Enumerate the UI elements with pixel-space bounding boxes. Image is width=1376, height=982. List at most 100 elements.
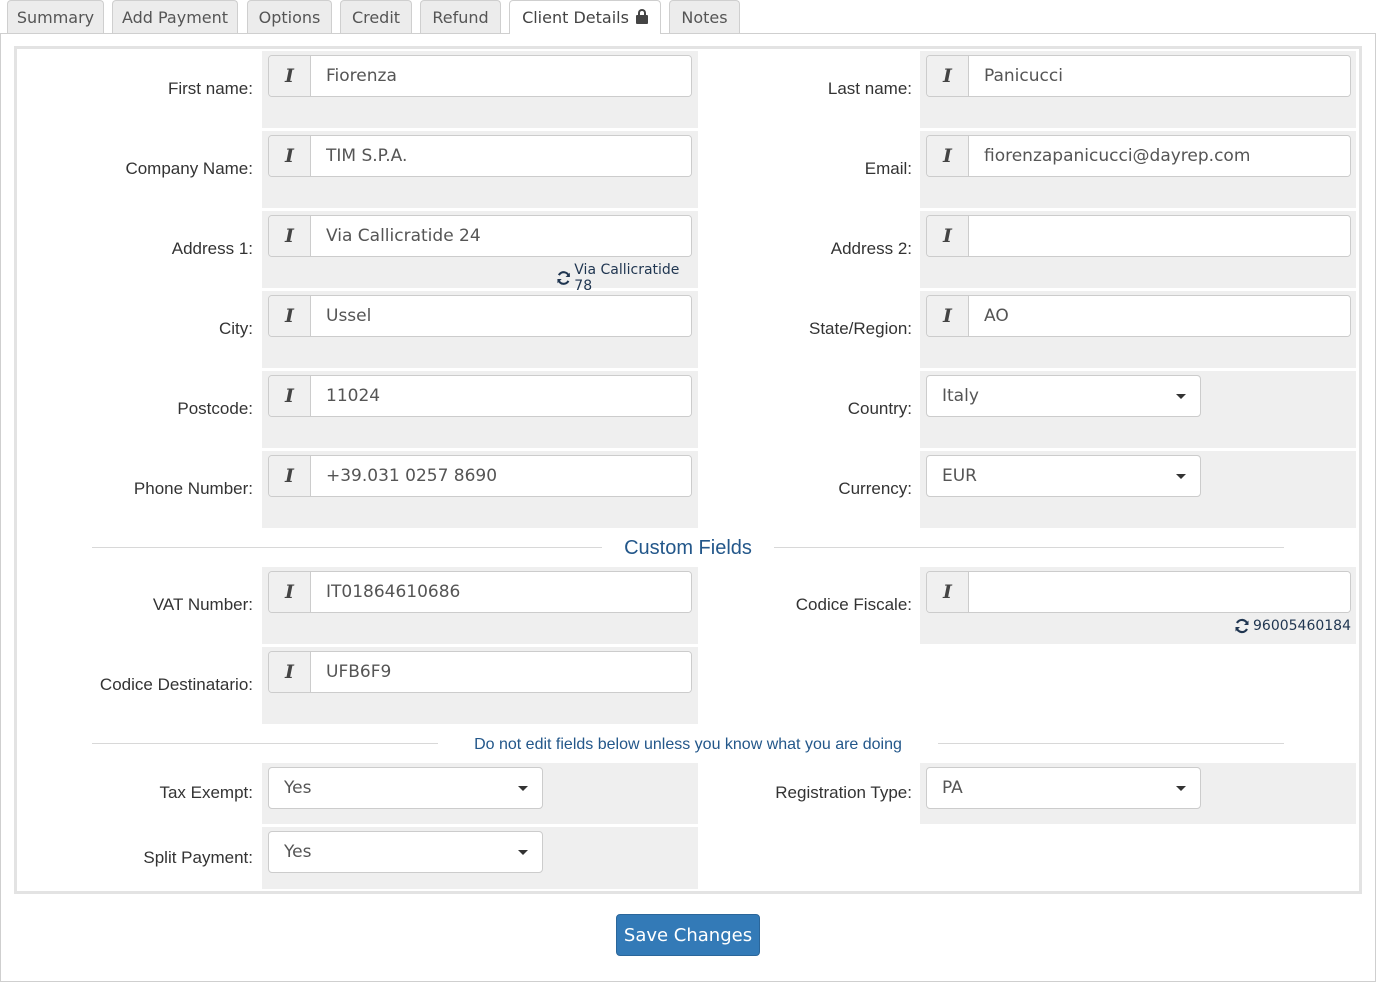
- phone-field: I: [268, 455, 692, 497]
- city-field: I: [268, 295, 692, 337]
- text-cursor-icon: I: [269, 456, 311, 496]
- postcode-label: Postcode:: [177, 399, 253, 418]
- address1-input[interactable]: [311, 216, 691, 256]
- company-name-field: I: [268, 135, 692, 177]
- split-payment-value: Yes: [284, 842, 312, 862]
- text-cursor-icon: I: [269, 136, 311, 176]
- address2-input[interactable]: [969, 216, 1350, 256]
- email-input[interactable]: [969, 136, 1350, 176]
- text-cursor-icon: I: [269, 376, 311, 416]
- text-cursor-icon: I: [927, 56, 969, 96]
- text-cursor-icon: I: [269, 56, 311, 96]
- country-value: Italy: [942, 386, 979, 406]
- caret-down-icon: [518, 786, 528, 791]
- state-field: I: [926, 295, 1351, 337]
- refresh-icon: [557, 271, 570, 285]
- postcode-input[interactable]: [311, 376, 691, 416]
- tab-label: Credit: [351, 7, 401, 27]
- last-name-label: Last name:: [827, 79, 912, 98]
- tax-exempt-label: Tax Exempt:: [159, 783, 253, 802]
- split-payment-label: Split Payment:: [143, 848, 253, 867]
- codice-fiscale-label: Codice Fiscale:: [795, 595, 912, 614]
- tab-bar: Summary Add Payment Options Credit Refun…: [0, 0, 1376, 34]
- currency-select[interactable]: EUR: [926, 455, 1201, 497]
- tab-label: Notes: [681, 7, 728, 27]
- last-name-input[interactable]: [969, 56, 1350, 96]
- tab-label: Options: [258, 7, 321, 27]
- divider: [938, 743, 1284, 744]
- company-name-label: Company Name:: [125, 159, 253, 178]
- email-field: I: [926, 135, 1351, 177]
- tax-exempt-select[interactable]: Yes: [268, 767, 543, 809]
- address1-label: Address 1:: [171, 239, 253, 258]
- first-name-input[interactable]: [311, 56, 691, 96]
- first-name-field: I: [268, 55, 692, 97]
- tab-label: Refund: [432, 7, 489, 27]
- tax-exempt-value: Yes: [284, 778, 312, 798]
- text-cursor-icon: I: [927, 572, 969, 612]
- tab-label: Add Payment: [121, 7, 229, 27]
- text-cursor-icon: I: [269, 572, 311, 612]
- address2-label: Address 2:: [830, 239, 912, 258]
- caret-down-icon: [1176, 786, 1186, 791]
- address2-field: I: [926, 215, 1351, 257]
- currency-label: Currency:: [838, 479, 912, 498]
- caret-down-icon: [1176, 394, 1186, 399]
- tab-notes[interactable]: Notes: [669, 0, 740, 33]
- codice-fiscale-suggestion-text: 96005460184: [1253, 618, 1351, 634]
- codice-destinatario-field: I: [268, 651, 692, 693]
- vat-number-field: I: [268, 571, 692, 613]
- tab-label: Client Details: [522, 8, 629, 27]
- postcode-field: I: [268, 375, 692, 417]
- state-label: State/Region:: [808, 319, 912, 338]
- phone-input[interactable]: [311, 456, 691, 496]
- caret-down-icon: [518, 850, 528, 855]
- registration-type-label: Registration Type:: [775, 783, 912, 802]
- divider: [774, 547, 1284, 548]
- text-cursor-icon: I: [269, 652, 311, 692]
- advanced-warning: Do not edit fields below unless you know…: [474, 736, 902, 753]
- vat-number-label: VAT Number:: [152, 595, 253, 614]
- divider: [92, 743, 438, 744]
- state-input[interactable]: [969, 296, 1350, 336]
- registration-type-select[interactable]: PA: [926, 767, 1201, 809]
- text-cursor-icon: I: [927, 216, 969, 256]
- currency-value: EUR: [942, 466, 977, 486]
- country-label: Country:: [847, 399, 912, 418]
- codice-fiscale-input[interactable]: [969, 572, 1350, 612]
- city-input[interactable]: [311, 296, 691, 336]
- tab-summary[interactable]: Summary: [7, 0, 104, 33]
- tab-credit[interactable]: Credit: [340, 0, 412, 33]
- refresh-icon: [1235, 618, 1249, 634]
- codice-fiscale-field: I: [926, 571, 1351, 613]
- address1-suggestion-link[interactable]: Via Callicratide 78: [556, 262, 696, 294]
- vat-number-input[interactable]: [311, 572, 691, 612]
- text-cursor-icon: I: [269, 296, 311, 336]
- email-label: Email:: [864, 159, 912, 178]
- save-changes-button[interactable]: Save Changes: [616, 914, 760, 956]
- address1-suggestion-text: Via Callicratide 78: [574, 262, 680, 294]
- codice-destinatario-label: Codice Destinatario:: [99, 675, 253, 694]
- tab-label: Summary: [16, 7, 95, 27]
- city-label: City:: [219, 319, 253, 338]
- text-cursor-icon: I: [269, 216, 311, 256]
- lock-icon: [635, 9, 648, 24]
- tab-client-details[interactable]: Client Details: [509, 0, 661, 34]
- first-name-label: First name:: [167, 79, 253, 98]
- registration-type-value: PA: [942, 778, 963, 798]
- divider: [92, 547, 602, 548]
- custom-fields-title: Custom Fields: [624, 537, 752, 559]
- codice-fiscale-suggestion-link[interactable]: 96005460184: [1211, 618, 1351, 634]
- codice-destinatario-input[interactable]: [311, 652, 691, 692]
- split-payment-select[interactable]: Yes: [268, 831, 543, 873]
- phone-label: Phone Number:: [133, 479, 253, 498]
- country-select[interactable]: Italy: [926, 375, 1201, 417]
- tab-options[interactable]: Options: [247, 0, 332, 33]
- tab-add-payment[interactable]: Add Payment: [112, 0, 238, 33]
- address1-field: I: [268, 215, 692, 257]
- tab-refund[interactable]: Refund: [420, 0, 501, 33]
- text-cursor-icon: I: [927, 296, 969, 336]
- text-cursor-icon: I: [927, 136, 969, 176]
- caret-down-icon: [1176, 474, 1186, 479]
- company-name-input[interactable]: [311, 136, 691, 176]
